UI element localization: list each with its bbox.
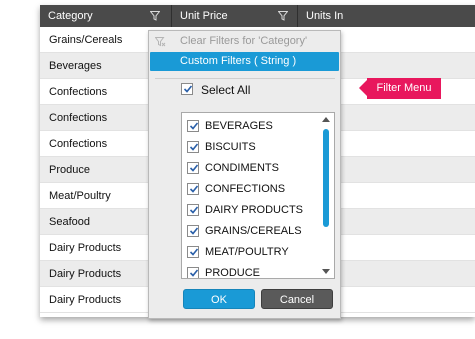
category-cell: Produce [49,164,90,176]
filter-value-label: CONFECTIONS [205,183,286,195]
filter-value-checkbox[interactable] [187,120,199,132]
category-cell: Beverages [49,60,102,72]
column-header-unit-price[interactable]: Unit Price [172,5,298,27]
filter-values-list: BEVERAGES BISCUITS CONDIMENTS CONFECTIONS DA… [181,112,335,279]
filter-funnel-icon[interactable] [150,11,160,21]
category-cell: Meat/Poultry [49,190,111,202]
filter-menu: Clear Filters for 'Category' Custom Filt… [148,30,341,319]
check-icon [189,143,199,151]
custom-filters-label: Custom Filters ( String ) [180,55,297,67]
filter-funnel-icon[interactable] [278,11,288,21]
clear-filter-icon [155,37,166,47]
cancel-button[interactable]: Cancel [261,289,333,309]
category-cell: Confections [49,138,108,150]
filter-value-label: MEAT/POULTRY [205,246,289,258]
check-icon [189,164,199,172]
category-cell: Seafood [49,216,90,228]
column-header-label: Units In [306,10,344,22]
select-all-checkbox[interactable] [181,83,193,95]
filter-value-label: GRAINS/CEREALS [205,225,302,237]
category-cell: Confections [49,112,108,124]
filter-value-checkbox[interactable] [187,246,199,258]
filter-value-checkbox[interactable] [187,204,199,216]
select-all-label: Select All [201,83,251,97]
category-cell: Dairy Products [49,242,122,254]
filter-value-label: PRODUCE [205,267,261,279]
grid-header: Category Unit Price Units In [40,5,475,27]
column-header-units-in[interactable]: Units In [298,5,475,27]
filter-value-label: DAIRY PRODUCTS [205,204,304,216]
filter-value-label: BEVERAGES [205,120,273,132]
ok-button[interactable]: OK [183,289,255,309]
category-cell: Grains/Cereals [49,34,123,46]
scrollbar-thumb[interactable] [323,129,329,227]
list-scrollbar[interactable] [320,114,333,277]
category-cell: Dairy Products [49,268,122,280]
clear-filters-item[interactable]: Clear Filters for 'Category' [149,31,340,52]
check-icon [189,269,199,277]
check-icon [183,85,193,93]
custom-filters-item[interactable]: Custom Filters ( String ) [150,52,339,71]
scroll-down-arrow-icon[interactable] [322,269,330,274]
category-cell: Dairy Products [49,294,122,306]
filter-menu-callout: Filter Menu [359,78,441,99]
filter-value-checkbox[interactable] [187,183,199,195]
menu-divider [155,78,335,79]
column-header-category[interactable]: Category [40,5,172,27]
filter-value-label: CONDIMENTS [205,162,279,174]
filter-value-checkbox[interactable] [187,141,199,153]
check-icon [189,185,199,193]
column-header-label: Unit Price [180,10,228,22]
filter-value-checkbox[interactable] [187,162,199,174]
check-icon [189,227,199,235]
column-header-label: Category [48,10,93,22]
check-icon [189,206,199,214]
check-icon [189,122,199,130]
clear-filters-label: Clear Filters for 'Category' [180,35,308,47]
filter-value-checkbox[interactable] [187,225,199,237]
filter-value-checkbox[interactable] [187,267,199,278]
filter-value-label: BISCUITS [205,141,256,153]
check-icon [189,248,199,256]
category-cell: Confections [49,86,108,98]
scroll-up-arrow-icon[interactable] [322,117,330,122]
